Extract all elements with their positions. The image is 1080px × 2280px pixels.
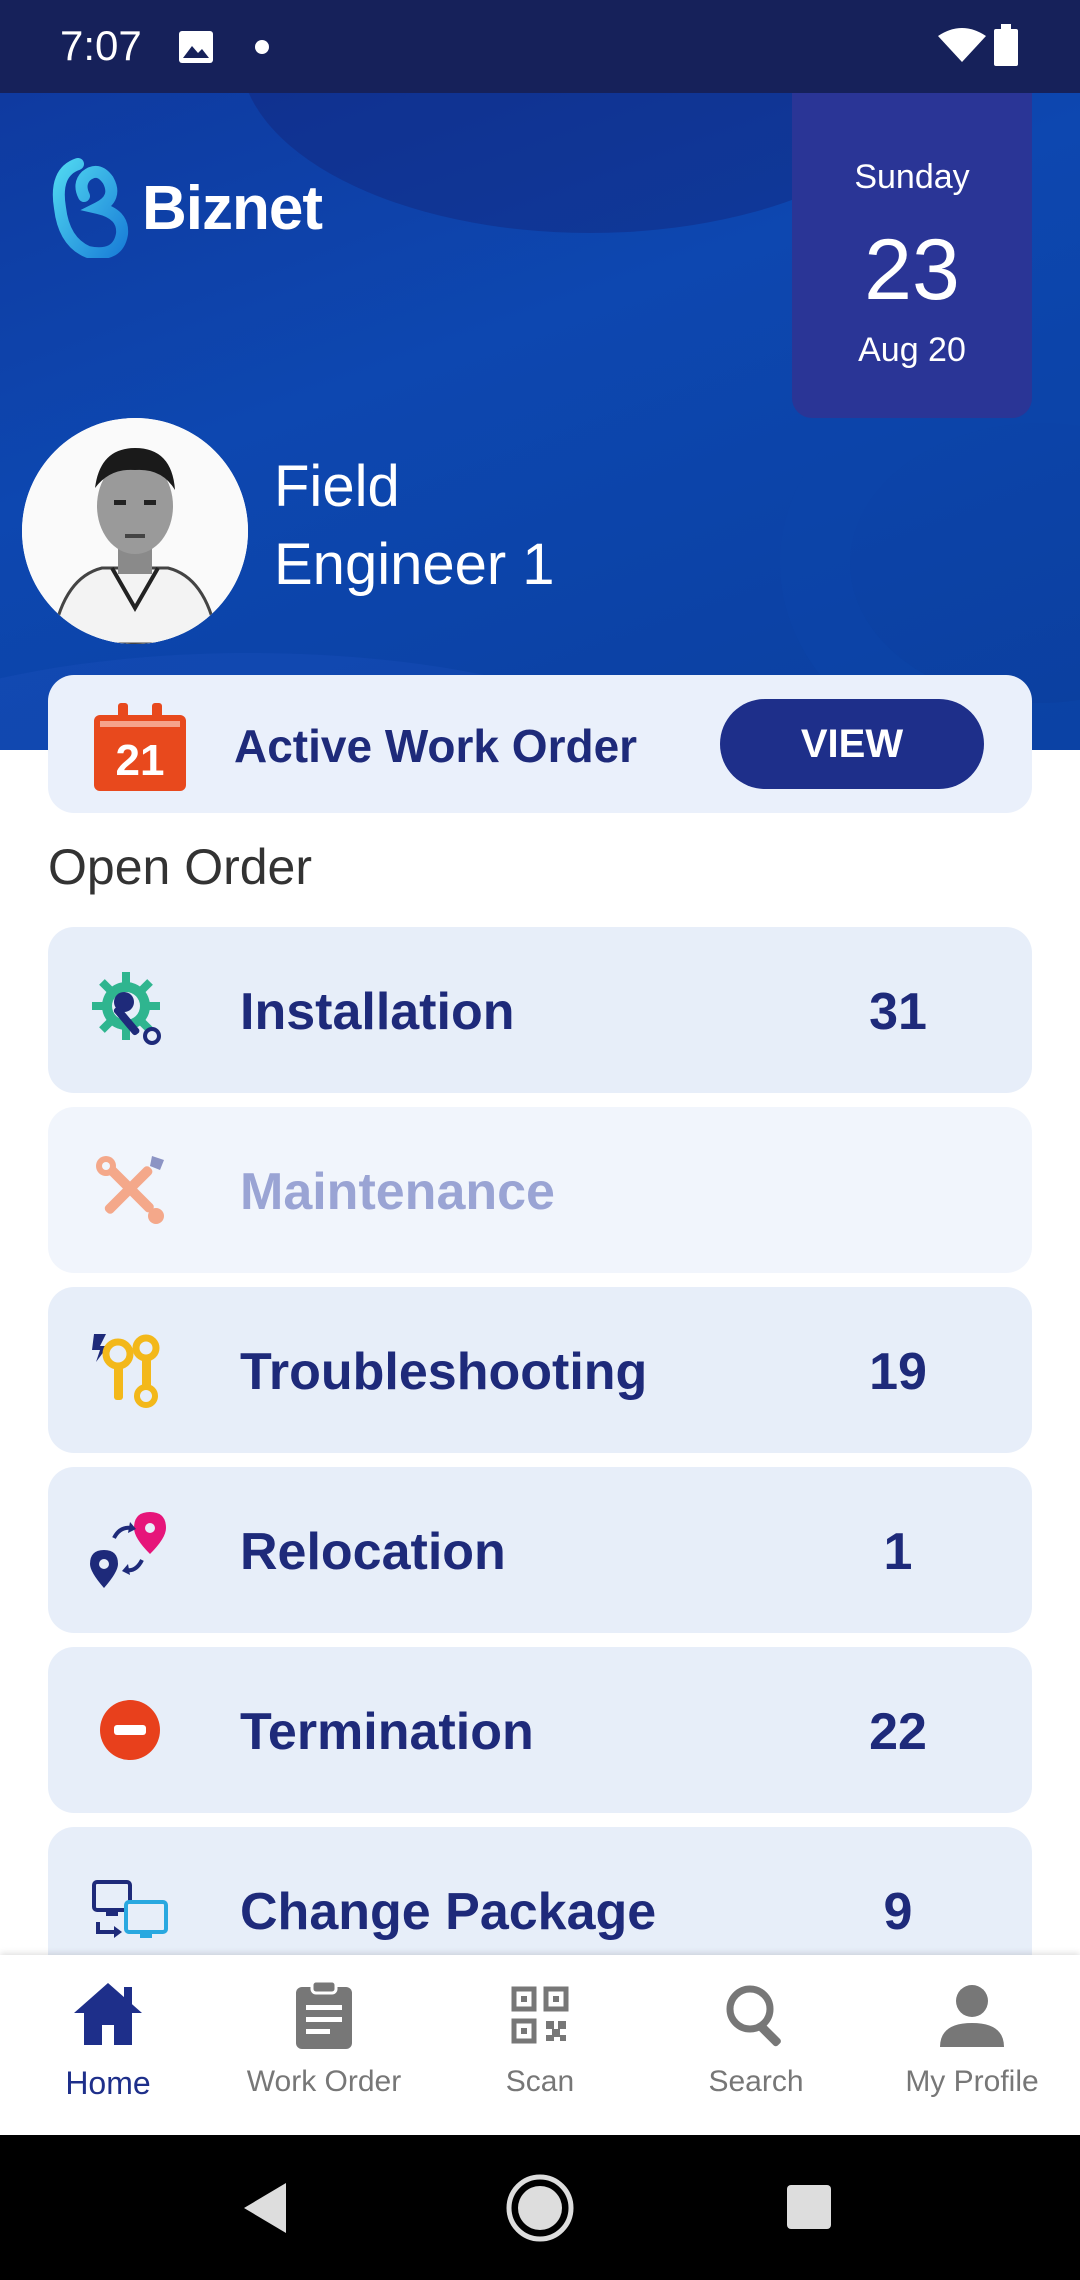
section-title: Open Order (48, 839, 313, 895)
battery-icon (994, 24, 1018, 66)
recent-apps-icon[interactable] (785, 2183, 833, 2231)
order-label: Relocation (240, 1523, 506, 1581)
nav-label: Scan (505, 2065, 575, 2098)
active-work-order-card: 21 Active Work Order VIEW (48, 675, 1032, 813)
order-label: Maintenance (240, 1163, 555, 1221)
biznet-logo: Biznet (48, 158, 323, 258)
order-item-troubleshooting[interactable]: Troubleshooting 19 (48, 1287, 1032, 1453)
nav-item-my-profile[interactable]: My Profile (864, 1955, 1080, 2135)
troubleshooting-wrench-bolt-icon (92, 1334, 160, 1408)
nav-label: My Profile (905, 2065, 1039, 2098)
status-bar: 7:07 (0, 0, 1080, 93)
bottom-navigation: Home Work Order Scan Search My Profile (0, 1955, 1080, 2135)
qr-code-icon (511, 1986, 569, 2044)
installation-gear-wrench-icon (92, 972, 161, 1045)
order-label: Change Package (240, 1883, 657, 1941)
clipboard-icon (296, 1979, 352, 2049)
order-item-installation[interactable]: Installation 31 (48, 927, 1032, 1093)
avatar[interactable] (22, 418, 248, 644)
relocation-pins-icon (90, 1512, 166, 1588)
person-icon (940, 1985, 1004, 2047)
termination-minus-icon (100, 1700, 160, 1760)
order-label: Termination (240, 1703, 534, 1761)
order-label: Installation (240, 983, 515, 1041)
order-count: 22 (869, 1703, 927, 1761)
nav-item-scan[interactable]: Scan (432, 1955, 648, 2135)
calendar-badge-number: 21 (116, 736, 165, 785)
status-time: 7:07 (60, 22, 142, 69)
date-card: Sunday 23 Aug 20 (792, 93, 1032, 418)
calendar-badge-icon: 21 (94, 703, 186, 791)
biznet-logo-mark-icon (52, 158, 129, 258)
order-item-relocation[interactable]: Relocation 1 (48, 1467, 1032, 1633)
user-name-line2: Engineer 1 (274, 532, 555, 597)
date-day-number: 23 (864, 222, 960, 318)
brand-name: Biznet (142, 173, 323, 243)
wifi-icon (938, 28, 986, 62)
active-work-order-label: Active Work Order (234, 720, 638, 772)
order-count: 9 (883, 1883, 913, 1941)
nav-label: Search (708, 2065, 804, 2098)
nav-label: Work Order (246, 2065, 402, 2098)
user-photo (22, 418, 248, 644)
search-icon (726, 1985, 781, 2047)
change-package-monitors-icon (92, 1880, 168, 1938)
user-name-line1: Field (274, 454, 400, 519)
header-banner: Biznet Sunday 23 Aug 20 Field Engineer 1 (0, 93, 1080, 750)
home-icon (74, 1983, 142, 2045)
image-notification-icon (179, 31, 213, 63)
user-name: Field Engineer 1 (274, 448, 555, 604)
order-item-maintenance[interactable]: Maintenance (48, 1107, 1032, 1273)
order-count: 19 (869, 1343, 927, 1401)
notification-dot-icon (255, 40, 269, 54)
order-label: Troubleshooting (240, 1343, 648, 1401)
order-count: 31 (869, 983, 927, 1041)
order-item-termination[interactable]: Termination 22 (48, 1647, 1032, 1813)
view-button[interactable]: VIEW (720, 699, 984, 789)
open-order-list[interactable]: Installation 31 Maintenance Troubleshoot… (48, 927, 1032, 1955)
order-count: 1 (883, 1523, 913, 1581)
nav-item-work-order[interactable]: Work Order (216, 1955, 432, 2135)
home-button-icon[interactable] (505, 2173, 575, 2243)
back-icon[interactable] (240, 2181, 290, 2235)
system-navigation-bar (0, 2135, 1080, 2280)
nav-item-search[interactable]: Search (648, 1955, 864, 2135)
nav-item-home[interactable]: Home (0, 1955, 216, 2135)
order-item-change-package[interactable]: Change Package 9 (48, 1827, 1032, 1955)
date-month-year: Aug 20 (858, 331, 966, 369)
nav-label: Home (65, 2065, 151, 2101)
date-day-name: Sunday (854, 158, 970, 196)
maintenance-tools-icon (96, 1156, 164, 1224)
